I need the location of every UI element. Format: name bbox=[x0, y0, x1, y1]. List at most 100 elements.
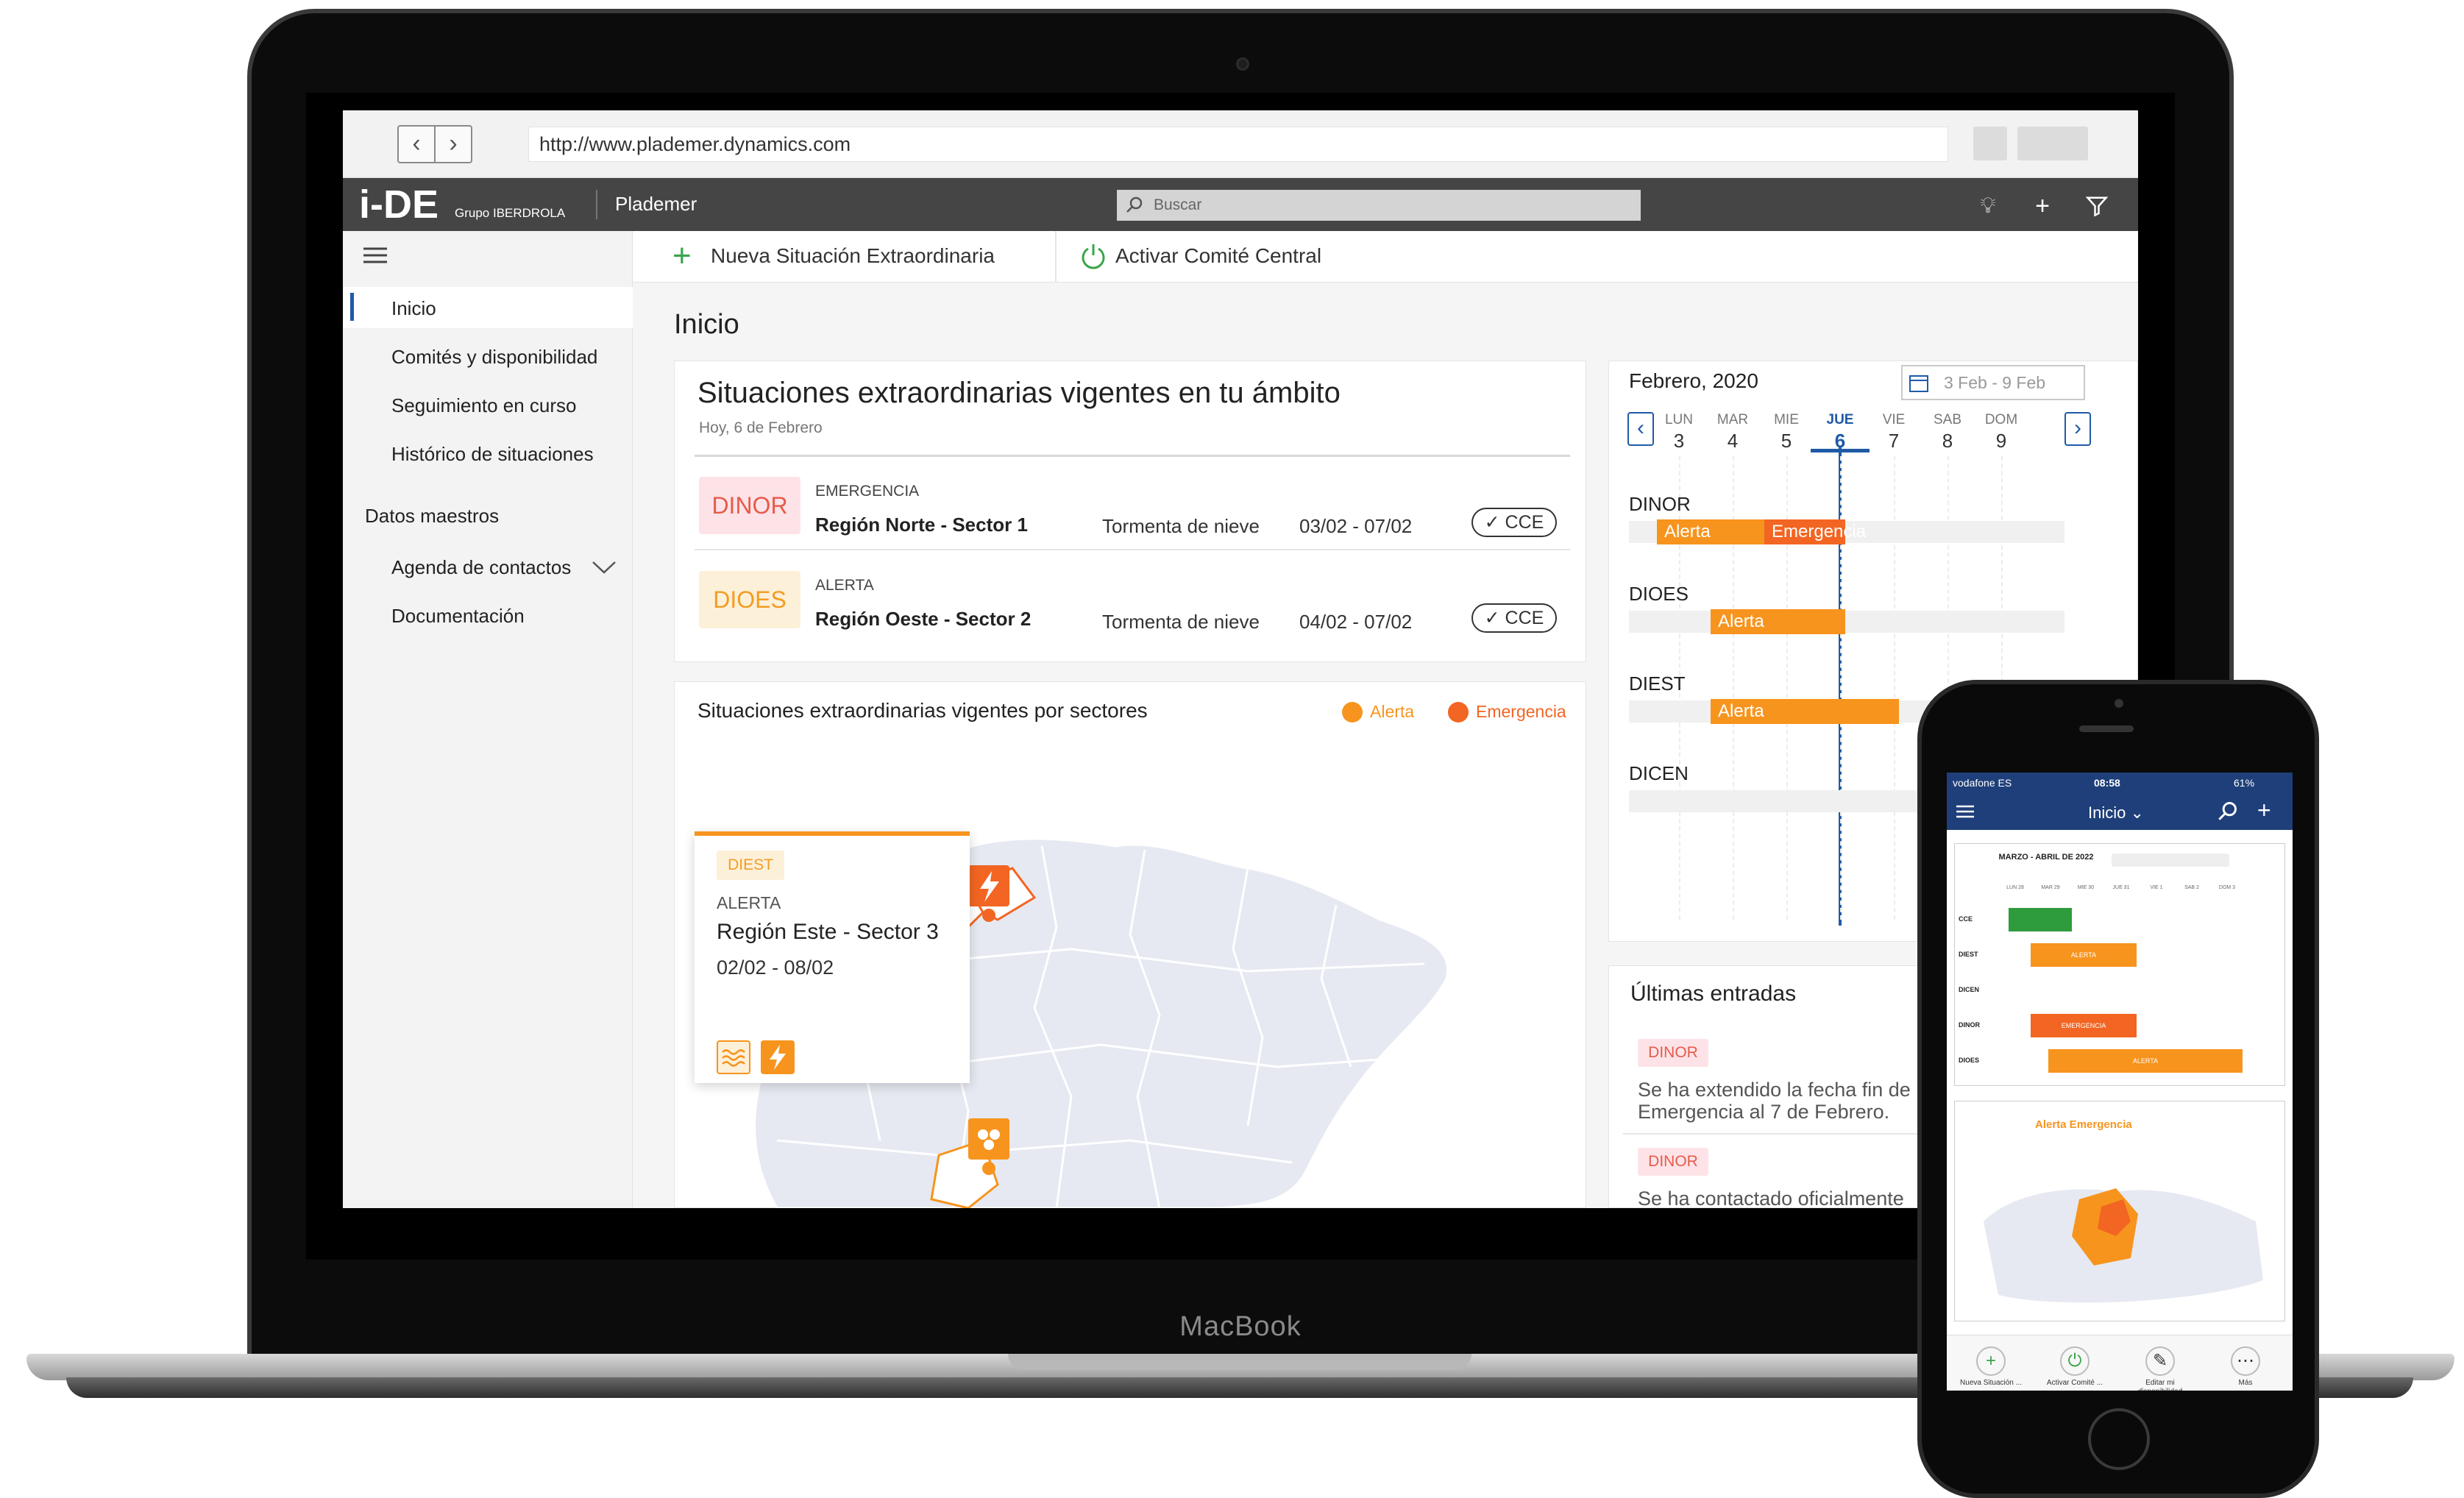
calendar-event-bar[interactable]: Alerta bbox=[1711, 699, 1899, 724]
calendar-day-number[interactable]: 8 bbox=[1925, 430, 1970, 452]
phone-calendar-day: MIE 30 bbox=[2077, 885, 2095, 890]
browser-extension-button[interactable] bbox=[1973, 127, 2007, 160]
calendar-row-label: DINOR bbox=[1629, 493, 1691, 515]
calendar-day-name: JUE bbox=[1826, 412, 1854, 427]
command-divider bbox=[1055, 231, 1057, 283]
calendar-day-number[interactable]: 4 bbox=[1711, 430, 1755, 452]
sidebar-active-background bbox=[343, 287, 633, 328]
phone-row-label: DINOR bbox=[1959, 1021, 1980, 1029]
new-situation-button[interactable]: Nueva Situación Extraordinaria bbox=[711, 244, 995, 268]
phone-date-range[interactable] bbox=[2112, 853, 2229, 867]
laptop-brand-label: MacBook bbox=[1179, 1311, 1302, 1342]
calendar-next-button[interactable]: › bbox=[2064, 412, 2091, 446]
filter-icon[interactable] bbox=[2082, 191, 2112, 221]
app-name: Plademer bbox=[615, 193, 697, 215]
hamburger-menu-icon[interactable] bbox=[1956, 803, 1975, 820]
phone-speaker bbox=[2079, 725, 2134, 732]
phone-camera-icon bbox=[2115, 699, 2123, 708]
lightbulb-icon[interactable]: 💡︎ bbox=[1973, 191, 2003, 221]
situation-region[interactable]: Región Oeste - Sector 2 bbox=[815, 608, 1031, 631]
entry-badge: DINOR bbox=[1638, 1039, 1708, 1067]
phone-new-situation-button[interactable]: + Nueva Situación ... bbox=[1954, 1346, 2028, 1388]
plus-icon[interactable]: + bbox=[2257, 798, 2271, 822]
phone-event-bar[interactable]: ALERTA bbox=[2048, 1049, 2243, 1073]
phone-calendar-title: MARZO - ABRIL DE 2022 bbox=[1998, 853, 2094, 862]
search-input[interactable]: Buscar bbox=[1117, 190, 1641, 221]
popup-status-badge: DIEST bbox=[717, 851, 784, 880]
phone-screen: vodafone ES 08:58 61% Inicio ⌄ + MARZO -… bbox=[1947, 773, 2293, 1391]
phone-row-label: DICEN bbox=[1959, 986, 1980, 993]
phone-event-bar[interactable]: EMERGENCIA bbox=[2031, 1014, 2137, 1037]
laptop-screen: ‹ › http://www.plademer.dynamics.com i-D… bbox=[343, 110, 2138, 1208]
sidebar-item-inicio[interactable]: Inicio bbox=[391, 297, 436, 320]
sidebar-item-comites[interactable]: Comités y disponibilidad bbox=[391, 346, 597, 369]
cce-button[interactable]: ✓ CCE bbox=[1471, 603, 1557, 633]
phone-status-bar: vodafone ES 08:58 61% bbox=[1947, 773, 2293, 793]
calendar-day-name: SAB bbox=[1933, 412, 1962, 427]
phone-map-legend: Alerta Emergencia bbox=[2035, 1118, 2132, 1131]
url-field[interactable]: http://www.plademer.dynamics.com bbox=[528, 127, 1948, 162]
phone-cce-bar[interactable] bbox=[2009, 908, 2072, 931]
phone-more-button[interactable]: ⋯ Más bbox=[2209, 1346, 2282, 1388]
calendar-event-bar[interactable]: Alerta bbox=[1711, 609, 1845, 634]
cce-button[interactable]: ✓ CCE bbox=[1471, 508, 1557, 537]
phone-map[interactable] bbox=[1969, 1155, 2270, 1310]
situation-event: Tormenta de nieve bbox=[1102, 515, 1260, 537]
calendar-day-number[interactable]: 5 bbox=[1764, 430, 1808, 452]
sidebar-item-seguimiento[interactable]: Seguimiento en curso bbox=[391, 394, 576, 417]
calendar-event-bar[interactable]: Emergencia bbox=[1764, 519, 1866, 544]
calendar-day-name: MAR bbox=[1716, 412, 1749, 427]
situation-event: Tormenta de nieve bbox=[1102, 611, 1260, 633]
popup-dates: 02/02 - 08/02 bbox=[717, 956, 834, 979]
chevron-down-icon[interactable] bbox=[590, 556, 618, 578]
browser-menu-button[interactable] bbox=[2017, 127, 2088, 160]
situation-type: EMERGENCIA bbox=[815, 483, 920, 500]
status-badge: DINOR bbox=[699, 477, 800, 534]
calendar-prev-button[interactable]: ‹ bbox=[1627, 412, 1654, 446]
phone-calendar-day: DOM 3 bbox=[2218, 885, 2236, 890]
phone-row-label: DIEST bbox=[1959, 951, 1978, 958]
activate-committee-button[interactable]: Activar Comité Central bbox=[1115, 244, 1321, 268]
legend-alerta-label: Alerta bbox=[1370, 702, 1415, 721]
sidebar-item-documentacion[interactable]: Documentación bbox=[391, 605, 525, 628]
hamburger-menu-icon[interactable] bbox=[362, 244, 388, 266]
calendar-row-label: DIEST bbox=[1629, 672, 1686, 695]
phone-edit-availability-button[interactable]: ✎Editar mi disponibilidad bbox=[2123, 1346, 2197, 1391]
add-icon[interactable]: + bbox=[672, 240, 692, 272]
phone-event-bar[interactable]: ALERTA bbox=[2031, 943, 2137, 967]
calendar-row-track bbox=[1629, 611, 2064, 633]
sidebar-item-historico[interactable]: Histórico de situaciones bbox=[391, 443, 594, 466]
battery-label: 61% bbox=[2234, 777, 2255, 789]
sidebar-section-datos-maestros[interactable]: Datos maestros bbox=[365, 505, 499, 528]
phone-page-title[interactable]: Inicio ⌄ bbox=[2088, 803, 2144, 823]
calendar-day-number[interactable]: 6 bbox=[1818, 430, 1862, 452]
ide-logo: i-DE bbox=[359, 182, 439, 227]
page-title: Inicio bbox=[674, 309, 739, 340]
situation-region[interactable]: Región Norte - Sector 1 bbox=[815, 514, 1028, 536]
calendar-day-number[interactable]: 3 bbox=[1657, 430, 1701, 452]
sidebar-item-agenda[interactable]: Agenda de contactos bbox=[391, 556, 571, 579]
calendar-event-bar[interactable]: Alerta bbox=[1657, 519, 1764, 544]
back-button[interactable]: ‹ bbox=[397, 125, 436, 163]
phone-calendar-day: VIE 1 bbox=[2150, 885, 2163, 890]
forward-button[interactable]: › bbox=[434, 125, 472, 163]
calendar-day-number[interactable]: 9 bbox=[1979, 430, 2023, 452]
calendar-day-name: LUN bbox=[1664, 412, 1693, 427]
row-divider bbox=[695, 549, 1570, 550]
entry-text[interactable]: Se ha contactado oficialmente siguientes… bbox=[1638, 1188, 1932, 1208]
power-icon[interactable] bbox=[1079, 241, 1108, 271]
calendar-day-name: VIE bbox=[1882, 412, 1906, 427]
pencil-icon: ✎ bbox=[2145, 1346, 2175, 1376]
status-badge: DIOES bbox=[699, 571, 800, 628]
lightning-icon bbox=[761, 1040, 795, 1074]
calendar-day-number[interactable]: 7 bbox=[1872, 430, 1916, 452]
carrier-label: vodafone ES bbox=[1953, 777, 2012, 789]
power-icon: ⏻ bbox=[2060, 1346, 2090, 1376]
plus-icon[interactable]: + bbox=[2028, 191, 2057, 221]
legend-emergencia-label: Emergencia bbox=[1476, 702, 1566, 721]
search-icon[interactable] bbox=[2218, 801, 2238, 821]
phone-home-button[interactable] bbox=[2088, 1408, 2150, 1470]
phone-activate-button[interactable]: ⏻ Activar Comité ... bbox=[2038, 1346, 2112, 1388]
entry-text[interactable]: Se ha extendido la fecha fin de Emergenc… bbox=[1638, 1079, 1932, 1123]
add-icon: + bbox=[1976, 1346, 2006, 1376]
